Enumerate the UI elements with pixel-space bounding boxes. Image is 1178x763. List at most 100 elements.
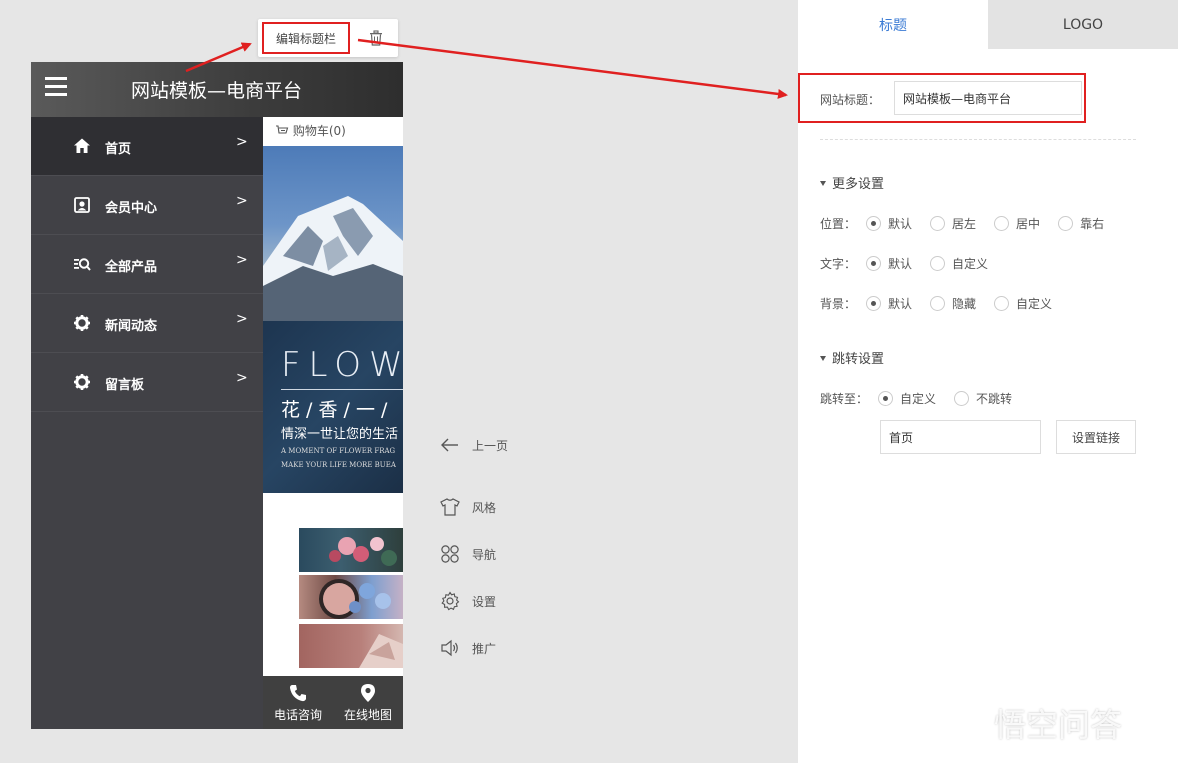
watermark-text: 悟空问答 xyxy=(994,706,1123,744)
online-map-label: 在线地图 xyxy=(343,707,392,722)
menu-item-news[interactable]: 新闻动态 > xyxy=(31,294,263,353)
promotion-button[interactable]: 推广 xyxy=(440,638,496,658)
speaker-icon xyxy=(441,639,458,657)
position-radio-right[interactable]: 靠右 xyxy=(1058,215,1104,232)
navigation-label: 导航 xyxy=(472,547,497,562)
jump-settings-toggle[interactable]: 跳转设置 xyxy=(820,348,884,367)
site-title-label: 网站标题： xyxy=(820,93,881,107)
chevron-right-icon: > xyxy=(236,252,248,268)
text-label: 文字： xyxy=(820,257,857,271)
annotation-arrow xyxy=(357,38,788,99)
navigation-button[interactable]: 导航 xyxy=(440,544,496,564)
position-radio-default[interactable]: 默认 xyxy=(866,215,912,232)
phone-content: 购物车(0) FLOW 花 / 香 / 一 / 情深一世让您的生活 A MOME… xyxy=(263,117,403,729)
jump-options: 跳转至： 自定义 不跳转 xyxy=(820,390,1030,407)
side-menu: 首页 > 会员中心 > 全部产品 > 新闻动态 > 留言板 > xyxy=(31,117,263,729)
hamburger-menu-icon[interactable] xyxy=(45,77,71,101)
flower-banner-image: FLOW 花 / 香 / 一 / 情深一世让您的生活 A MOMENT OF F… xyxy=(263,321,403,493)
prev-page-button[interactable]: 上一页 xyxy=(440,435,508,455)
text-radio-default[interactable]: 默认 xyxy=(866,255,912,272)
product-thumbnail[interactable] xyxy=(299,624,403,668)
phone-bottom-bar: 电话咨询 在线地图 xyxy=(263,676,403,729)
phone-preview: 网站模板—电商平台 首页 > 会员中心 > 全部产品 > 新闻动态 > 留言板 … xyxy=(31,62,403,729)
prev-page-label: 上一页 xyxy=(472,438,509,453)
position-radio-left[interactable]: 居左 xyxy=(930,215,976,232)
online-map-button[interactable]: 在线地图 xyxy=(333,676,403,729)
panel-tabs: 标题 LOGO xyxy=(798,0,1178,49)
mountain-banner-image xyxy=(263,146,403,321)
menu-item-label: 留言板 xyxy=(105,378,145,393)
menu-item-label: 会员中心 xyxy=(105,201,158,216)
jump-label: 跳转至： xyxy=(820,392,869,406)
arrow-left-icon xyxy=(441,438,458,452)
menu-item-member[interactable]: 会员中心 > xyxy=(31,176,263,235)
user-card-icon xyxy=(74,197,90,213)
more-settings-toggle[interactable]: 更多设置 xyxy=(820,173,884,192)
jump-radio-custom[interactable]: 自定义 xyxy=(878,390,936,407)
product-thumbnail[interactable] xyxy=(299,528,403,572)
product-thumbnail[interactable] xyxy=(299,575,403,619)
tshirt-icon xyxy=(440,498,460,516)
banner-subtitle: 花 / 香 / 一 / xyxy=(281,399,388,421)
background-label: 背景： xyxy=(820,297,857,311)
watermark: 悟空问答 xyxy=(946,700,1122,746)
phone-consult-button[interactable]: 电话咨询 xyxy=(263,676,333,729)
gear-icon xyxy=(441,591,460,611)
position-options: 位置： 默认 居左 居中 靠右 xyxy=(820,215,1122,232)
grid-icon xyxy=(441,545,459,563)
settings-label: 设置 xyxy=(472,594,497,609)
delete-button[interactable] xyxy=(358,27,394,49)
background-options: 背景： 默认 隐藏 自定义 xyxy=(820,295,1070,312)
chat-bubble-icon xyxy=(947,709,985,737)
site-title-input[interactable] xyxy=(894,81,1082,115)
banner-tagline: 情深一世让您的生活 xyxy=(281,427,399,442)
site-title-row: 网站标题： xyxy=(798,73,1086,123)
set-link-button[interactable]: 设置链接 xyxy=(1056,420,1136,454)
style-label: 风格 xyxy=(472,500,497,515)
trash-icon xyxy=(370,30,382,46)
banner-headline: FLOW xyxy=(281,345,403,385)
map-pin-icon xyxy=(361,683,375,702)
phone-consult-label: 电话咨询 xyxy=(273,707,322,722)
product-list-icon xyxy=(74,258,91,271)
background-radio-custom[interactable]: 自定义 xyxy=(994,295,1052,312)
cart-label: 购物车(0) xyxy=(292,124,346,138)
menu-item-guestbook[interactable]: 留言板 > xyxy=(31,353,263,412)
banner-english-line-2: MAKE YOUR LIFE MORE BUEA xyxy=(281,461,396,469)
menu-item-products[interactable]: 全部产品 > xyxy=(31,235,263,294)
cart-link[interactable]: 购物车(0) xyxy=(275,122,346,139)
chevron-right-icon: > xyxy=(236,193,248,209)
chevron-right-icon: > xyxy=(236,311,248,327)
edit-title-bar-button[interactable]: 编辑标题栏 xyxy=(262,22,350,54)
phone-icon xyxy=(289,684,306,701)
promotion-label: 推广 xyxy=(472,641,497,656)
text-options: 文字： 默认 自定义 xyxy=(820,255,1006,272)
jump-link-input[interactable] xyxy=(880,420,1041,454)
banner-english-line-1: A MOMENT OF FLOWER FRAG xyxy=(281,447,396,455)
settings-button[interactable]: 设置 xyxy=(440,591,496,611)
gear-icon xyxy=(74,374,90,390)
gear-icon xyxy=(74,315,90,331)
edit-toolbar: 编辑标题栏 xyxy=(258,19,398,57)
home-icon xyxy=(74,138,90,153)
divider xyxy=(820,139,1136,140)
tab-logo[interactable]: LOGO xyxy=(988,0,1178,49)
position-label: 位置： xyxy=(820,217,857,231)
chevron-right-icon: > xyxy=(236,370,248,386)
settings-panel: 标题 LOGO 网站标题： 更多设置 位置： 默认 居左 居中 靠右 文字： 默… xyxy=(798,0,1178,763)
background-radio-hidden[interactable]: 隐藏 xyxy=(930,295,976,312)
menu-item-label: 首页 xyxy=(105,142,132,157)
text-radio-custom[interactable]: 自定义 xyxy=(930,255,988,272)
menu-item-label: 全部产品 xyxy=(105,260,158,275)
phone-title[interactable]: 网站模板—电商平台 xyxy=(131,76,302,103)
background-radio-default[interactable]: 默认 xyxy=(866,295,912,312)
chevron-right-icon: > xyxy=(236,134,248,150)
position-radio-center[interactable]: 居中 xyxy=(994,215,1040,232)
jump-radio-none[interactable]: 不跳转 xyxy=(954,390,1012,407)
menu-item-home[interactable]: 首页 > xyxy=(31,117,263,176)
menu-item-label: 新闻动态 xyxy=(105,319,158,334)
cart-icon xyxy=(276,125,289,134)
phone-header: 网站模板—电商平台 xyxy=(31,62,403,117)
tab-title[interactable]: 标题 xyxy=(798,0,988,49)
style-button[interactable]: 风格 xyxy=(440,497,496,517)
